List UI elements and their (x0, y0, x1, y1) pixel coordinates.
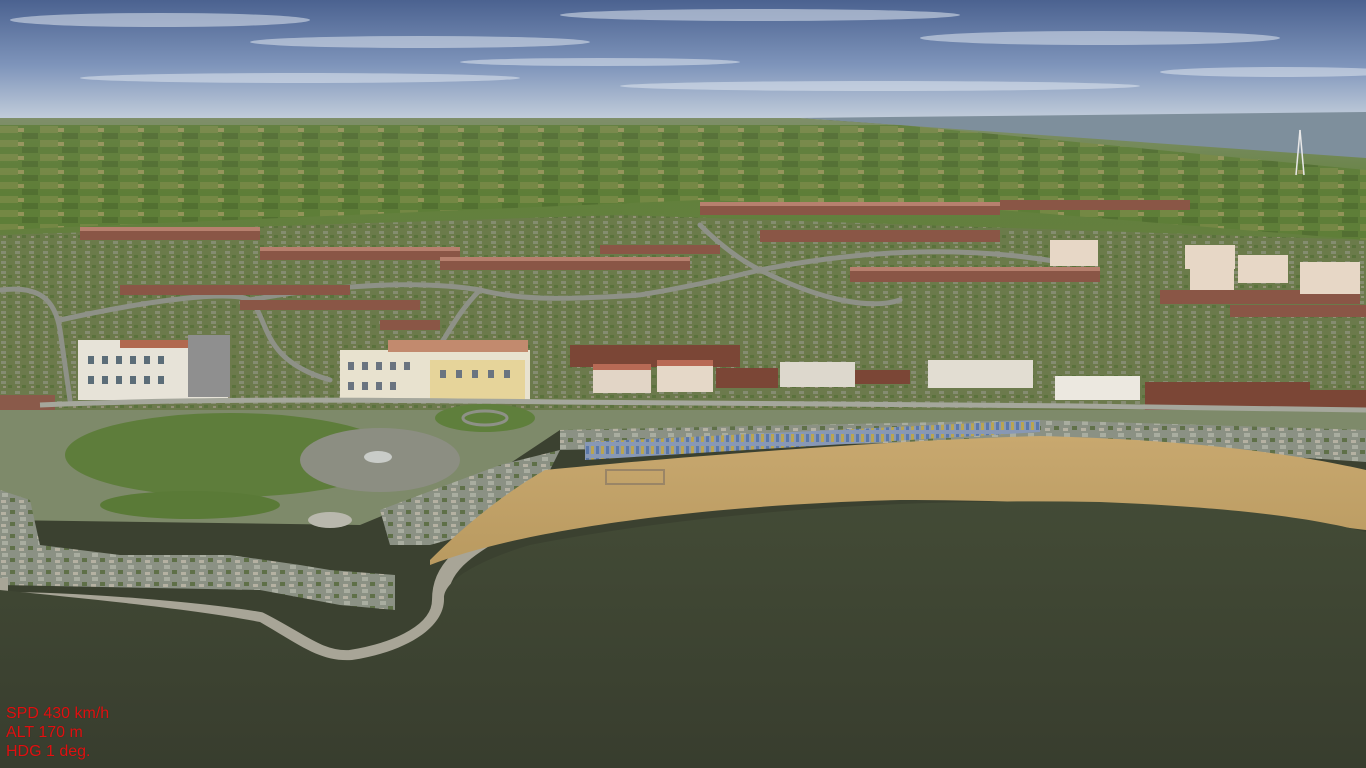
game-viewport[interactable]: SPD 430 km/h ALT 170 m HDG 1 deg. (0, 0, 1366, 768)
altitude-readout: ALT 170 m (6, 724, 83, 741)
domed-shelter (308, 512, 352, 528)
ornamental-garden (435, 404, 535, 432)
fountain (364, 451, 392, 463)
park-lawn-lower (100, 491, 280, 519)
speed-readout: SPD 430 km/h (6, 705, 110, 722)
heading-readout: HDG 1 deg. (6, 743, 91, 760)
flight-scene (0, 0, 1366, 768)
flight-hud: SPD 430 km/h ALT 170 m HDG 1 deg. (6, 704, 226, 761)
